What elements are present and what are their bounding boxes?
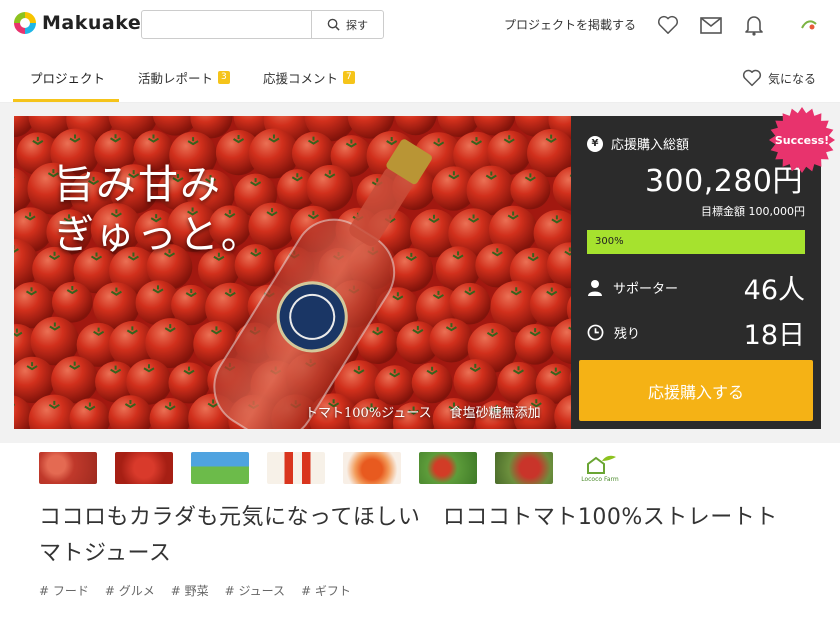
tag-list: # フード # グルメ # 野菜 # ジュース # ギフト xyxy=(39,582,351,599)
hero-headline-line: 旨み甘み xyxy=(54,162,222,208)
heart-icon xyxy=(742,69,762,87)
tab-activity-report[interactable]: 活動レポート 3 xyxy=(138,68,230,87)
active-tab-indicator xyxy=(13,99,119,102)
supporters-label: サポーター xyxy=(613,282,679,297)
remaining-days: 18日 xyxy=(743,320,805,351)
thumbnail[interactable] xyxy=(39,452,97,484)
support-purchase-button[interactable]: 応援購入する xyxy=(579,360,813,421)
search-icon xyxy=(327,18,340,31)
search-box: 探す xyxy=(141,10,384,39)
tag-link[interactable]: # 野菜 xyxy=(171,582,209,599)
logo-icon xyxy=(14,12,36,34)
tab-label: 応援コメント xyxy=(263,71,339,86)
post-project-link[interactable]: プロジェクトを掲載する xyxy=(504,16,636,33)
remaining-label: 残り xyxy=(614,327,641,342)
logo-text: Makuake xyxy=(42,12,142,34)
hero-caption: トマト100%ジュース 食塩砂糖無添加 xyxy=(305,402,541,421)
project-tabs: プロジェクト 活動レポート 3 応援コメント 7 気になる xyxy=(0,50,840,103)
heart-icon[interactable] xyxy=(656,13,680,37)
farm-house-icon xyxy=(587,455,616,474)
remaining-row: 残り 18日 xyxy=(587,313,805,352)
search-button[interactable]: 探す xyxy=(311,11,383,38)
yen-icon: ¥ xyxy=(587,135,603,152)
project-title: ココロもカラダも元気になってほしい ロココトマト100%ストレートトマトジュース xyxy=(39,505,778,566)
thumbnail[interactable] xyxy=(419,452,477,484)
header: Makuake 探す プロジェクトを掲載する xyxy=(0,0,840,50)
tab-label: プロジェクト xyxy=(30,71,106,86)
bell-icon[interactable] xyxy=(742,13,766,37)
mail-icon[interactable] xyxy=(699,13,723,37)
tab-count-badge: 3 xyxy=(218,71,230,84)
watch-button[interactable]: 気になる xyxy=(742,69,816,87)
tab-count-badge: 7 xyxy=(343,71,355,84)
search-button-label: 探す xyxy=(346,18,368,32)
hero-caption-text: トマト100%ジュース xyxy=(305,406,432,421)
supporters-count: 46人 xyxy=(743,275,805,306)
user-avatar-icon[interactable] xyxy=(797,13,821,37)
tab-support-comments[interactable]: 応援コメント 7 xyxy=(263,68,355,87)
thumbnail[interactable] xyxy=(343,452,401,484)
hero-headline: 旨み甘み ぎゅっと。 xyxy=(54,160,263,260)
tag-link[interactable]: # ジュース xyxy=(225,582,285,599)
total-label: 応援購入総額 xyxy=(611,138,690,153)
tag-link[interactable]: # ギフト xyxy=(301,582,351,599)
total-label-row: ¥ 応援購入総額 xyxy=(587,134,689,153)
success-text: Success! xyxy=(774,133,830,147)
thumbnail-logo[interactable]: Lococo Farm xyxy=(571,452,629,484)
thumbnail[interactable] xyxy=(495,452,553,484)
watch-label: 気になる xyxy=(767,71,816,86)
makuake-logo[interactable]: Makuake xyxy=(14,12,141,34)
tag-link[interactable]: # グルメ xyxy=(105,582,155,599)
tab-project[interactable]: プロジェクト xyxy=(30,68,105,87)
thumbnail-strip: Lococo Farm xyxy=(39,452,629,484)
progress-fill: 300% xyxy=(587,230,805,254)
progress-bar: 300% xyxy=(587,230,805,254)
farm-logo-text: Lococo Farm xyxy=(581,476,619,483)
supporters-row: サポーター 46人 xyxy=(587,268,805,307)
hero-headline-line: ぎゅっと。 xyxy=(54,212,263,258)
tag-link[interactable]: # フード xyxy=(39,582,89,599)
clock-icon xyxy=(587,324,604,341)
thumbnail[interactable] xyxy=(191,452,249,484)
tab-label: 活動レポート xyxy=(138,71,214,86)
progress-label: 300% xyxy=(595,236,624,247)
thumbnail[interactable] xyxy=(267,452,325,484)
search-input[interactable] xyxy=(142,11,311,38)
goal-amount: 目標金額 100,000円 xyxy=(701,205,805,218)
thumbnail[interactable] xyxy=(115,452,173,484)
person-icon xyxy=(588,279,602,296)
success-badge: Success! xyxy=(768,106,836,174)
hero-caption-text: 食塩砂糖無添加 xyxy=(449,406,541,421)
